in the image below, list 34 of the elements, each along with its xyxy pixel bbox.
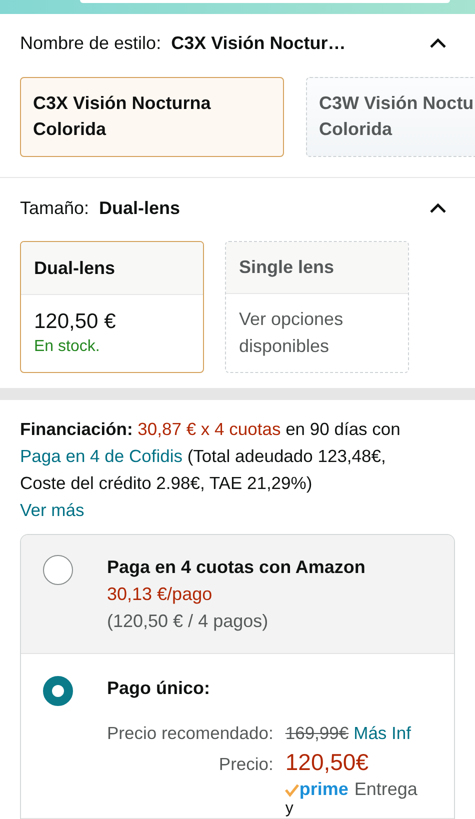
chevron-icon[interactable] <box>429 202 447 214</box>
selected-value: Dual-lens <box>99 198 182 218</box>
delivery-text: Entrega <box>354 779 418 800</box>
installment-price: 30,13 €/pago <box>107 583 214 606</box>
cofidis-link[interactable]: Paga en 4 de Cofidis <box>20 446 182 466</box>
see-more-link[interactable]: Ver más <box>20 497 84 524</box>
price-label: Precio: <box>218 753 274 776</box>
style-option[interactable]: C3X Visión Nocturna Colorida <box>20 77 284 157</box>
option-title: Paga en 4 cuotas con Amazon <box>107 556 366 579</box>
selected-value: C3X Visión Noctur… <box>171 32 347 54</box>
list-price-label: Precio recomendado: <box>107 722 274 745</box>
size-option[interactable]: Dual-lens 120,50 € En stock. <box>20 241 204 373</box>
financing-text: Financiación: 30,87 € x 4 cuotas en 90 días con Paga en 4 de Cofidis (Total adeudado 123,48€, Coste del crédito 2.98€, TAE 21,29%) <box>20 418 402 495</box>
size-note: Ver opciones disponibles <box>239 308 344 358</box>
delivery-text: y <box>285 800 294 818</box>
price: 120,50€ <box>285 748 370 776</box>
radio-button[interactable] <box>43 555 73 585</box>
radio-button[interactable] <box>43 676 73 706</box>
more-info-link[interactable]: Más Inf <box>354 723 412 744</box>
selector-label: Tamaño: <box>20 198 90 218</box>
size-name: Dual-lens <box>34 258 116 278</box>
style-option[interactable]: C3W Visión Noctu Colorida <box>306 77 475 157</box>
size-option[interactable]: Single lens Ver opciones disponibles <box>225 241 409 373</box>
installment-detail: (120,50 € / 4 pagos) <box>107 610 270 633</box>
size-price: 120,50 € <box>34 309 117 335</box>
size-name: Single lens <box>239 257 334 278</box>
stock-status: En stock. <box>34 337 101 357</box>
chevron-icon[interactable] <box>429 37 447 49</box>
option-title: Pago único: <box>107 677 211 700</box>
prime-logo: prime <box>285 779 348 800</box>
search-field[interactable] <box>80 0 450 3</box>
check-icon <box>285 782 300 796</box>
selector-label: Nombre de estilo: <box>20 32 162 54</box>
list-price: 169,99€ <box>285 723 349 744</box>
